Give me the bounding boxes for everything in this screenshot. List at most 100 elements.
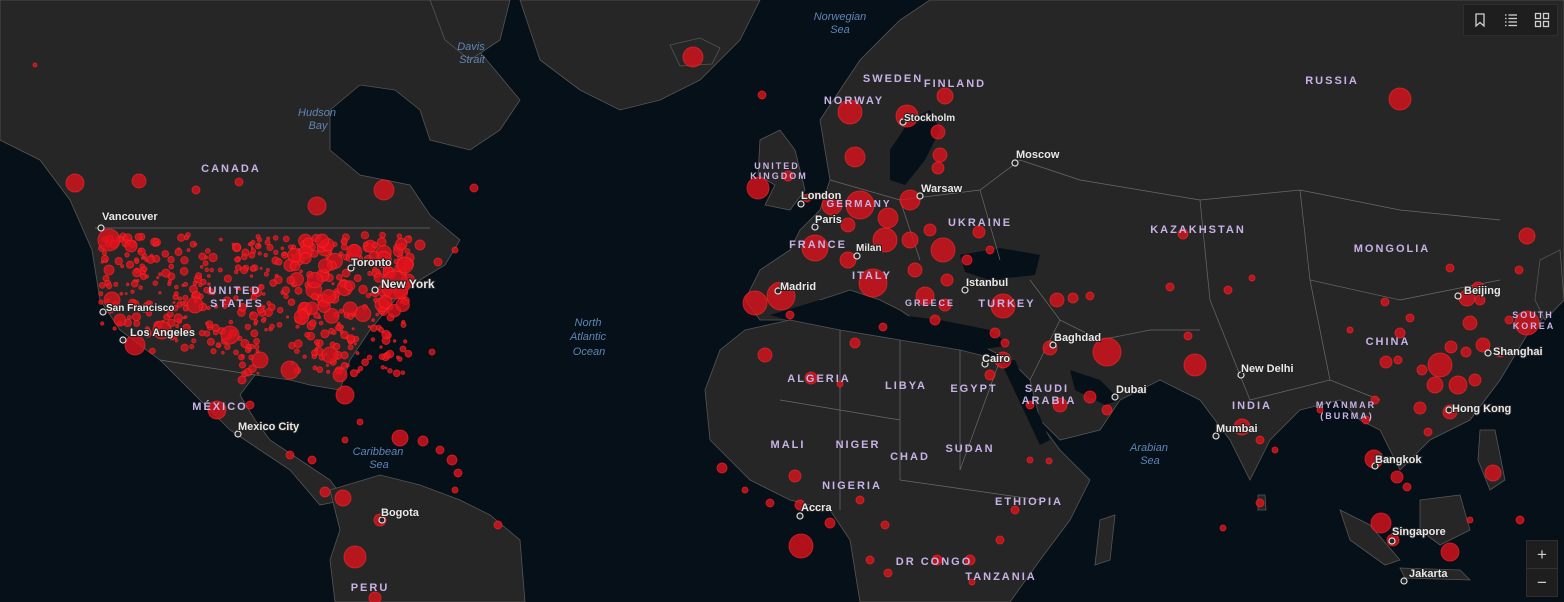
case-bubble[interactable] xyxy=(355,351,360,356)
case-bubble[interactable] xyxy=(312,365,318,371)
case-bubble[interactable] xyxy=(307,196,327,216)
case-bubble[interactable] xyxy=(880,520,890,530)
case-bubble[interactable] xyxy=(395,355,400,360)
case-bubble[interactable] xyxy=(141,256,146,260)
case-bubble[interactable] xyxy=(233,269,239,275)
case-bubble[interactable] xyxy=(371,318,376,323)
case-bubble[interactable] xyxy=(305,301,319,315)
case-bubble[interactable] xyxy=(1085,291,1095,301)
case-bubble[interactable] xyxy=(272,235,279,241)
case-bubble[interactable] xyxy=(182,294,189,301)
case-bubble[interactable] xyxy=(32,62,38,68)
case-bubble[interactable] xyxy=(112,326,117,331)
case-bubble[interactable] xyxy=(204,248,211,254)
case-bubble[interactable] xyxy=(315,233,330,248)
case-bubble[interactable] xyxy=(198,329,206,337)
case-bubble[interactable] xyxy=(757,90,767,100)
city-marker[interactable] xyxy=(119,336,127,344)
case-bubble[interactable] xyxy=(404,349,413,358)
case-bubble[interactable] xyxy=(98,291,104,297)
case-bubble[interactable] xyxy=(788,469,802,483)
case-bubble[interactable] xyxy=(263,271,269,277)
case-bubble[interactable] xyxy=(839,251,857,269)
case-bubble[interactable] xyxy=(130,289,135,294)
case-bubble[interactable] xyxy=(1255,435,1265,445)
case-bubble[interactable] xyxy=(134,259,140,265)
case-bubble[interactable] xyxy=(351,327,355,331)
case-bubble[interactable] xyxy=(248,251,256,259)
case-bubble[interactable] xyxy=(285,450,295,460)
case-bubble[interactable] xyxy=(283,293,289,300)
city-marker[interactable] xyxy=(1484,349,1492,357)
case-bubble[interactable] xyxy=(1183,353,1207,377)
case-bubble[interactable] xyxy=(193,242,198,246)
case-bubble[interactable] xyxy=(146,255,155,264)
case-bubble[interactable] xyxy=(167,279,172,284)
case-bubble[interactable] xyxy=(177,296,183,301)
case-bubble[interactable] xyxy=(103,264,115,276)
case-bubble[interactable] xyxy=(315,342,320,347)
case-bubble[interactable] xyxy=(310,292,319,301)
case-bubble[interactable] xyxy=(367,325,371,329)
case-bubble[interactable] xyxy=(940,273,954,287)
case-bubble[interactable] xyxy=(1248,274,1256,282)
bookmark-button[interactable] xyxy=(1464,5,1495,35)
case-bubble[interactable] xyxy=(1440,542,1460,562)
case-bubble[interactable] xyxy=(152,280,159,287)
case-bubble[interactable] xyxy=(182,316,186,320)
city-marker[interactable] xyxy=(1400,577,1408,585)
case-bubble[interactable] xyxy=(376,237,387,247)
case-bubble[interactable] xyxy=(361,358,370,367)
case-bubble[interactable] xyxy=(682,46,704,68)
case-bubble[interactable] xyxy=(177,233,186,242)
world-map[interactable]: Norwegian Sea Davis Strait Hudson Bay No… xyxy=(0,0,1564,602)
case-bubble[interactable] xyxy=(186,296,204,314)
case-bubble[interactable] xyxy=(161,250,170,258)
case-bubble[interactable] xyxy=(256,371,260,375)
case-bubble[interactable] xyxy=(366,354,373,361)
case-bubble[interactable] xyxy=(224,343,231,351)
case-bubble[interactable] xyxy=(130,279,139,288)
case-bubble[interactable] xyxy=(334,324,342,331)
case-bubble[interactable] xyxy=(399,345,407,353)
case-bubble[interactable] xyxy=(1423,427,1433,437)
case-bubble[interactable] xyxy=(179,266,189,276)
case-bubble[interactable] xyxy=(100,260,104,264)
case-bubble[interactable] xyxy=(395,297,410,312)
basemap-button[interactable] xyxy=(1526,5,1557,35)
case-bubble[interactable] xyxy=(1390,470,1404,484)
case-bubble[interactable] xyxy=(1448,375,1468,395)
case-bubble[interactable] xyxy=(326,369,331,374)
case-bubble[interactable] xyxy=(173,313,183,323)
case-bubble[interactable] xyxy=(1255,498,1265,508)
case-bubble[interactable] xyxy=(199,265,204,269)
case-bubble[interactable] xyxy=(180,300,186,306)
case-bubble[interactable] xyxy=(331,329,337,335)
case-bubble[interactable] xyxy=(276,306,284,314)
case-bubble[interactable] xyxy=(384,366,388,370)
case-bubble[interactable] xyxy=(266,243,274,252)
case-bubble[interactable] xyxy=(125,260,135,269)
case-bubble[interactable] xyxy=(255,234,261,240)
case-bubble[interactable] xyxy=(381,329,391,340)
case-bubble[interactable] xyxy=(138,285,143,290)
case-bubble[interactable] xyxy=(1515,515,1525,525)
case-bubble[interactable] xyxy=(932,147,948,163)
case-bubble[interactable] xyxy=(901,231,919,249)
case-bubble[interactable] xyxy=(191,185,201,195)
case-bubble[interactable] xyxy=(125,282,130,287)
case-bubble[interactable] xyxy=(757,347,773,363)
case-bubble[interactable] xyxy=(1219,524,1227,532)
case-bubble[interactable] xyxy=(98,299,104,305)
case-bubble[interactable] xyxy=(1183,331,1193,341)
case-bubble[interactable] xyxy=(211,323,220,332)
case-bubble[interactable] xyxy=(387,368,393,374)
case-bubble[interactable] xyxy=(318,258,333,274)
case-bubble[interactable] xyxy=(451,486,459,494)
case-bubble[interactable] xyxy=(370,337,376,342)
case-bubble[interactable] xyxy=(120,264,125,269)
case-bubble[interactable] xyxy=(156,276,160,280)
case-bubble[interactable] xyxy=(208,252,218,263)
case-bubble[interactable] xyxy=(295,324,300,329)
case-bubble[interactable] xyxy=(984,369,996,381)
